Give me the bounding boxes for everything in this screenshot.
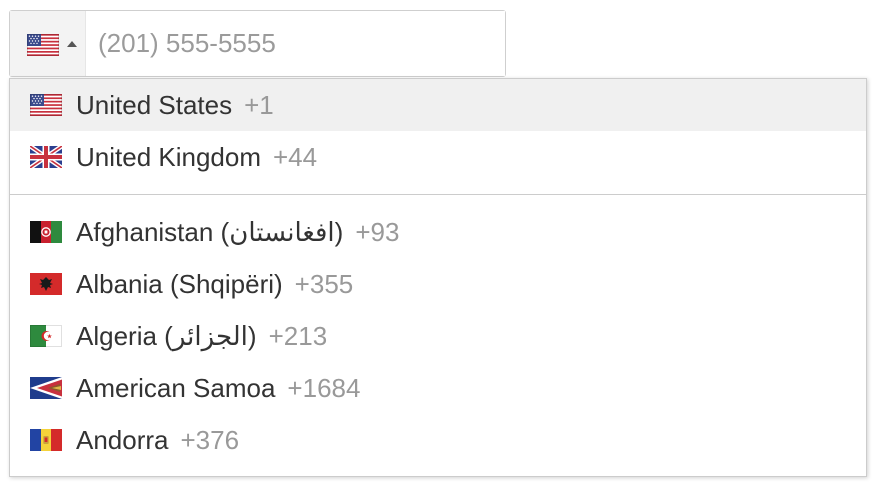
phone-number-input[interactable] xyxy=(86,11,505,76)
dial-code: +1684 xyxy=(287,372,361,403)
country-name: Andorra xyxy=(76,424,169,455)
country-option-algeria[interactable]: Algeria (الجزائر) +213 xyxy=(10,310,866,362)
country-name: Albania (Shqipëri) xyxy=(76,268,283,299)
country-option-united-kingdom[interactable]: United Kingdom +44 xyxy=(10,131,866,183)
country-option-american-samoa[interactable]: American Samoa +1684 xyxy=(10,362,866,414)
al-flag-icon xyxy=(30,273,62,295)
ad-flag-icon xyxy=(30,429,62,451)
as-flag-icon xyxy=(30,377,62,399)
country-name: United Kingdom xyxy=(76,141,261,172)
country-selector-button[interactable] xyxy=(10,11,86,76)
country-name: United States xyxy=(76,89,233,120)
dial-code: +213 xyxy=(268,320,328,351)
caret-up-icon xyxy=(67,41,77,47)
dial-code: +355 xyxy=(294,268,354,299)
dial-code: +93 xyxy=(355,216,400,247)
us-flag-icon xyxy=(27,34,59,56)
dial-code: +44 xyxy=(273,141,318,172)
country-option-andorra[interactable]: Andorra +376 xyxy=(10,414,866,466)
dial-code: +376 xyxy=(180,424,240,455)
af-flag-icon xyxy=(30,221,62,243)
us-flag-icon xyxy=(30,94,62,116)
gb-flag-icon xyxy=(30,146,62,168)
phone-input-group xyxy=(9,10,506,77)
country-option-united-states[interactable]: United States +1 xyxy=(10,79,866,131)
country-name: Algeria (الجزائر) xyxy=(76,320,257,351)
country-dropdown-list: United States +1 United Kingdom +44 Afgh… xyxy=(9,78,867,477)
dial-code: +1 xyxy=(244,89,274,120)
list-divider xyxy=(10,194,866,195)
country-name: American Samoa xyxy=(76,372,276,403)
country-name: Afghanistan (افغانستان) xyxy=(76,216,344,247)
country-option-afghanistan[interactable]: Afghanistan (افغانستان) +93 xyxy=(10,206,866,258)
country-option-albania[interactable]: Albania (Shqipëri) +355 xyxy=(10,258,866,310)
dz-flag-icon xyxy=(30,325,62,347)
